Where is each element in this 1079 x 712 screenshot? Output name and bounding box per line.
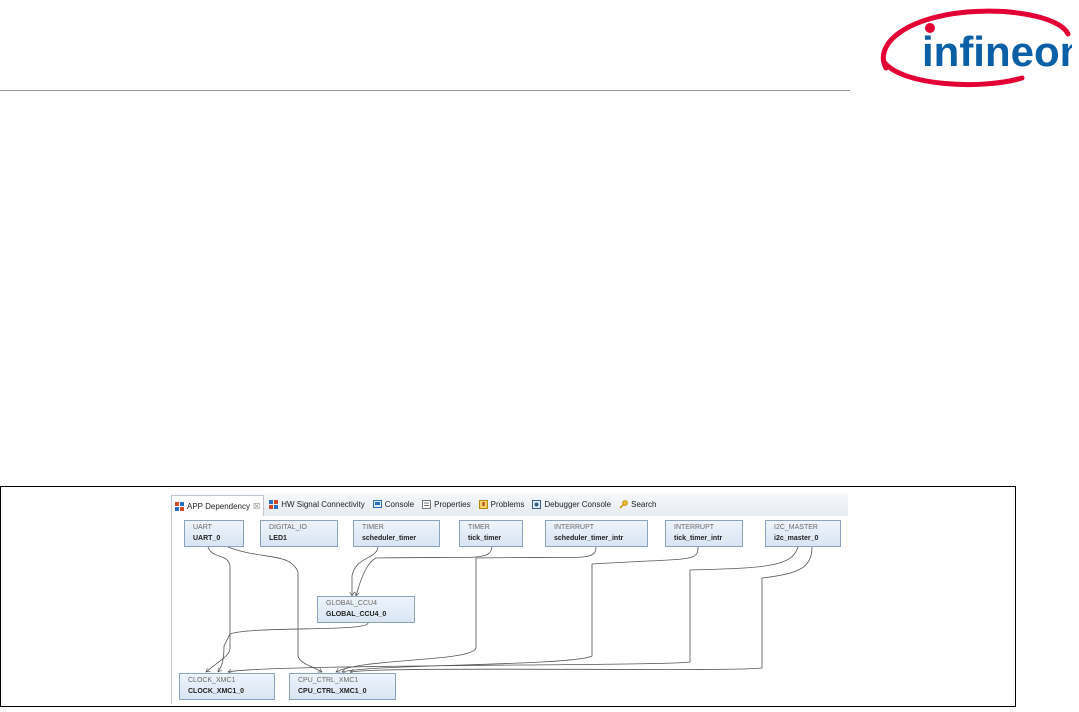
app-type: GLOBAL_CCU4	[326, 600, 377, 607]
app-node-uart[interactable]: UART UART_0	[184, 520, 244, 547]
app-instance: i2c_master_0	[774, 535, 819, 542]
app-node-clock-xmc1[interactable]: CLOCK_XMC1 CLOCK_XMC1_0	[179, 673, 275, 700]
tab-search[interactable]: Search	[616, 495, 659, 514]
app-instance: tick_timer	[468, 535, 502, 542]
app-node-cpu-ctrl-xmc1[interactable]: CPU_CTRL_XMC1 CPU_CTRL_XMC1_0	[289, 673, 396, 700]
tab-app-dependency[interactable]: APP Dependency ☒	[171, 495, 265, 516]
app-instance: CPU_CTRL_XMC1_0	[298, 688, 367, 695]
dave-view-panel: APP Dependency ☒ HW Signal Connectivity …	[171, 493, 849, 704]
tab-properties[interactable]: Properties	[419, 495, 473, 514]
app-instance: CLOCK_XMC1_0	[188, 688, 245, 695]
app-type: CPU_CTRL_XMC1	[298, 677, 359, 684]
tab-problems[interactable]: Problems	[476, 495, 528, 514]
app-instance: GLOBAL_CCU4_0	[326, 611, 387, 618]
tab-console[interactable]: Console	[370, 495, 417, 514]
problems-icon	[478, 500, 488, 509]
tab-label: Console	[384, 500, 415, 509]
tab-label: Debugger Console	[544, 500, 612, 509]
infineon-logo: infineon	[880, 8, 1072, 88]
dependency-canvas: UART UART_0 DIGITAL_IO LED1 TIMER schedu…	[171, 516, 849, 704]
tab-hw-signal-connectivity[interactable]: HW Signal Connectivity	[266, 495, 368, 514]
app-node-global-ccu4[interactable]: GLOBAL_CCU4 GLOBAL_CCU4_0	[317, 596, 415, 623]
console-icon	[372, 500, 382, 509]
app-node-tick-timer-intr[interactable]: INTERRUPT tick_timer_intr	[665, 520, 743, 547]
app-node-i2c-master[interactable]: I2C_MASTER i2c_master_0	[765, 520, 841, 547]
close-icon[interactable]: ☒	[253, 502, 260, 511]
app-type: CLOCK_XMC1	[188, 677, 236, 684]
app-instance: LED1	[269, 535, 287, 542]
tab-label: Properties	[434, 500, 471, 509]
app-instance: scheduler_timer_intr	[554, 535, 624, 542]
app-type: DIGITAL_IO	[269, 524, 307, 531]
app-type: TIMER	[362, 524, 384, 531]
debugger-console-icon	[532, 500, 542, 509]
app-type: INTERRUPT	[674, 524, 715, 531]
app-type: I2C_MASTER	[774, 524, 818, 531]
tab-label: APP Dependency	[187, 501, 251, 511]
search-icon	[619, 500, 628, 509]
app-node-digital-io[interactable]: DIGITAL_IO LED1	[260, 520, 338, 547]
app-instance: UART_0	[193, 535, 221, 542]
logo-text: infineon	[922, 28, 1072, 75]
view-tab-bar: APP Dependency ☒ HW Signal Connectivity …	[171, 493, 848, 517]
app-instance: scheduler_timer	[362, 535, 417, 542]
app-type: TIMER	[468, 524, 490, 531]
app-type: UART	[193, 524, 212, 531]
app-node-scheduler-timer[interactable]: TIMER scheduler_timer	[353, 520, 440, 547]
hw-signal-icon	[269, 500, 279, 509]
app-node-scheduler-timer-intr[interactable]: INTERRUPT scheduler_timer_intr	[545, 520, 648, 547]
app-node-tick-timer[interactable]: TIMER tick_timer	[459, 520, 523, 547]
properties-icon	[422, 500, 432, 509]
tab-label: Search	[631, 500, 657, 509]
app-dependency-icon	[175, 501, 184, 511]
tab-label: HW Signal Connectivity	[281, 500, 365, 509]
header-divider	[0, 90, 850, 91]
app-instance: tick_timer_intr	[674, 535, 723, 542]
app-type: INTERRUPT	[554, 524, 595, 531]
tab-label: Problems	[490, 500, 525, 509]
tab-debugger-console[interactable]: Debugger Console	[529, 495, 614, 514]
